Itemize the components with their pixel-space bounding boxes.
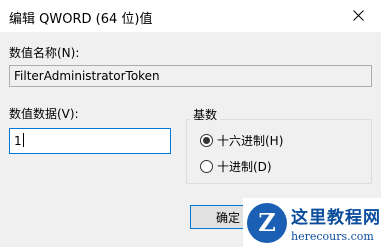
watermark-logo-icon: Z <box>247 202 287 243</box>
close-icon <box>352 9 364 21</box>
watermark-site-name: 这里教程网 <box>291 207 381 228</box>
site-watermark: Z 这里教程网 herecours.com <box>243 198 381 247</box>
base-group-label: 基数 <box>190 106 221 123</box>
radio-decimal-label: 十进制(D) <box>217 160 272 174</box>
value-name-label: 数值名称(N): <box>9 46 80 60</box>
window-title: 编辑 QWORD (64 位)值 <box>9 12 153 27</box>
title-bar: 编辑 QWORD (64 位)值 <box>0 0 381 32</box>
radio-selected-dot <box>203 137 210 144</box>
radio-decimal[interactable]: 十进制(D) <box>200 158 272 175</box>
watermark-logo-letter: Z <box>258 208 276 237</box>
radio-hex-button[interactable] <box>200 134 213 147</box>
close-button[interactable] <box>335 0 381 30</box>
value-name-text: FilterAdministratorToken <box>14 69 160 83</box>
radio-hex-label: 十六进制(H) <box>217 134 284 148</box>
watermark-text: 这里教程网 herecours.com <box>291 203 381 243</box>
text-caret <box>22 133 24 147</box>
radio-decimal-button[interactable] <box>200 160 213 173</box>
ok-button-label: 确定 <box>215 210 240 225</box>
watermark-site-url: herecours.com <box>291 229 374 243</box>
value-data-text: 1 <box>14 134 22 148</box>
value-data-input[interactable]: 1 <box>9 128 171 154</box>
radio-hex[interactable]: 十六进制(H) <box>200 132 283 149</box>
value-name-field[interactable]: FilterAdministratorToken <box>9 65 372 87</box>
value-data-label: 数值数据(V): <box>9 107 79 121</box>
